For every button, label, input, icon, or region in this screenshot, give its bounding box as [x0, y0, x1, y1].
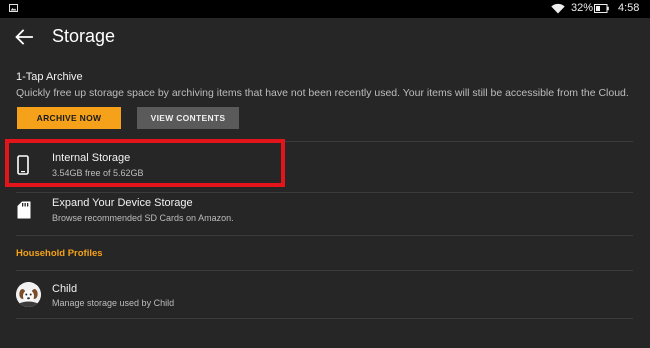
page-title: Storage — [52, 26, 116, 46]
battery-icon — [594, 4, 609, 13]
archive-now-button[interactable]: ARCHIVE NOW — [17, 107, 121, 129]
phone-icon — [17, 155, 29, 175]
expand-storage-row[interactable]: Expand Your Device Storage Browse recomm… — [0, 193, 650, 235]
divider — [16, 318, 633, 319]
expand-storage-subtitle: Browse recommended SD Cards on Amazon. — [52, 213, 234, 223]
archive-description: Quickly free up storage space by archivi… — [16, 87, 629, 99]
battery-percent: 32% — [571, 2, 594, 14]
sd-card-icon — [17, 201, 31, 219]
title-bar: Storage — [0, 18, 650, 57]
image-notification-icon — [9, 4, 18, 12]
clock-time: 4:58 — [618, 2, 640, 14]
internal-storage-row[interactable]: Internal Storage 3.54GB free of 5.62GB — [0, 142, 650, 192]
internal-storage-title: Internal Storage — [52, 152, 131, 164]
view-contents-button[interactable]: VIEW CONTENTS — [137, 107, 239, 129]
storage-screen: 32% 4:58 Storage 1-Tap Archive Quickly f… — [0, 0, 650, 348]
back-arrow-icon[interactable] — [15, 29, 33, 45]
child-profile-row[interactable]: Child Manage storage used by Child — [0, 271, 650, 317]
household-profiles-header: Household Profiles — [16, 248, 103, 259]
divider — [16, 235, 633, 236]
internal-storage-subtitle: 3.54GB free of 5.62GB — [52, 168, 144, 178]
child-profile-subtitle: Manage storage used by Child — [52, 298, 175, 308]
status-bar: 32% 4:58 — [0, 0, 650, 18]
wifi-icon — [551, 3, 565, 14]
archive-title: 1-Tap Archive — [16, 71, 83, 83]
child-avatar — [16, 282, 41, 307]
expand-storage-title: Expand Your Device Storage — [52, 197, 193, 209]
child-profile-name: Child — [52, 283, 78, 295]
storage-content: 1-Tap Archive Quickly free up storage sp… — [0, 57, 650, 348]
